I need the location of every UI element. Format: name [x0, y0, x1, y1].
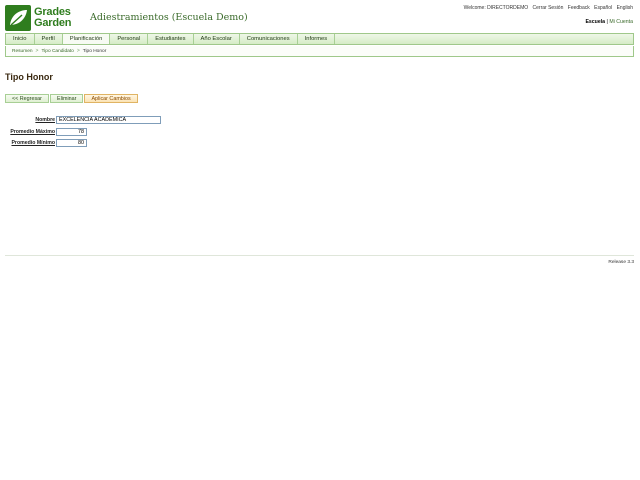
breadcrumb: Resumen > Tipo Candidato > Tipo Honor [5, 46, 634, 57]
max-average-row: Promedio Máximo 78 [5, 126, 161, 138]
logout-link[interactable]: Cerrar Sesión [533, 5, 564, 11]
nav-item-personal[interactable]: Personal [110, 34, 149, 44]
breadcrumb-separator: > [35, 48, 39, 54]
school-link[interactable]: Escuela [585, 19, 605, 25]
nav-item-estudiantes[interactable]: Estudiantes [148, 34, 194, 44]
logo-text: Grades Garden [34, 7, 72, 29]
english-link[interactable]: English [617, 5, 633, 11]
logo-text-line2: Garden [34, 17, 72, 29]
name-row: Nombre EXCELENCIA ACADEMICA [5, 114, 161, 126]
honor-type-form: Nombre EXCELENCIA ACADEMICA Promedio Máx… [5, 114, 161, 149]
my-account-link[interactable]: Mi Cuenta [609, 19, 633, 25]
min-average-input[interactable]: 80 [56, 139, 87, 148]
action-buttons: << Regresar Eliminar Aplicar Cambios [5, 94, 139, 103]
nav-item-ano-escolar[interactable]: Año Escolar [194, 34, 240, 44]
nav-item-informes[interactable]: Informes [298, 34, 336, 44]
footer-divider [5, 255, 634, 256]
name-input[interactable]: EXCELENCIA ACADEMICA [56, 115, 161, 124]
school-title: Adiestramientos (Escuela Demo) [90, 12, 248, 23]
nav-item-perfil[interactable]: Perfil [35, 34, 63, 44]
account-links: Escuela | Mi Cuenta [585, 19, 633, 25]
min-average-row: Promedio Mínimo 80 [5, 138, 161, 150]
back-button[interactable]: << Regresar [5, 94, 49, 103]
main-nav: Inicio Perfil Planificación Personal Est… [5, 33, 634, 45]
nav-item-comunicaciones[interactable]: Comunicaciones [240, 34, 298, 44]
delete-button[interactable]: Eliminar [49, 94, 84, 103]
spanish-link[interactable]: Español [594, 5, 612, 11]
name-label: Nombre [35, 116, 55, 123]
max-average-input[interactable]: 78 [56, 127, 87, 136]
nav-item-inicio[interactable]: Inicio [6, 34, 35, 44]
top-links: Welcome: DIRECTORDEMO Cerrar Sesión Feed… [464, 5, 633, 11]
max-average-label: Promedio Máximo [10, 128, 55, 135]
page-title: Tipo Honor [5, 72, 53, 82]
apply-changes-button[interactable]: Aplicar Cambios [84, 94, 138, 103]
feedback-link[interactable]: Feedback [568, 5, 590, 11]
breadcrumb-separator: > [76, 48, 80, 54]
leaf-icon [5, 5, 31, 31]
breadcrumb-tipo-candidato[interactable]: Tipo Candidato [41, 49, 73, 54]
grades-garden-logo[interactable]: Grades Garden [5, 4, 83, 32]
min-average-label: Promedio Mínimo [11, 140, 55, 147]
welcome-text: Welcome: DIRECTORDEMO [463, 5, 529, 11]
breadcrumb-resumen[interactable]: Resumen [12, 49, 33, 54]
release-version: Release 3.3 [608, 260, 634, 265]
breadcrumb-current: Tipo Honor [82, 48, 107, 54]
nav-item-planificacion[interactable]: Planificación [62, 34, 111, 44]
account-separator: | [606, 19, 608, 25]
